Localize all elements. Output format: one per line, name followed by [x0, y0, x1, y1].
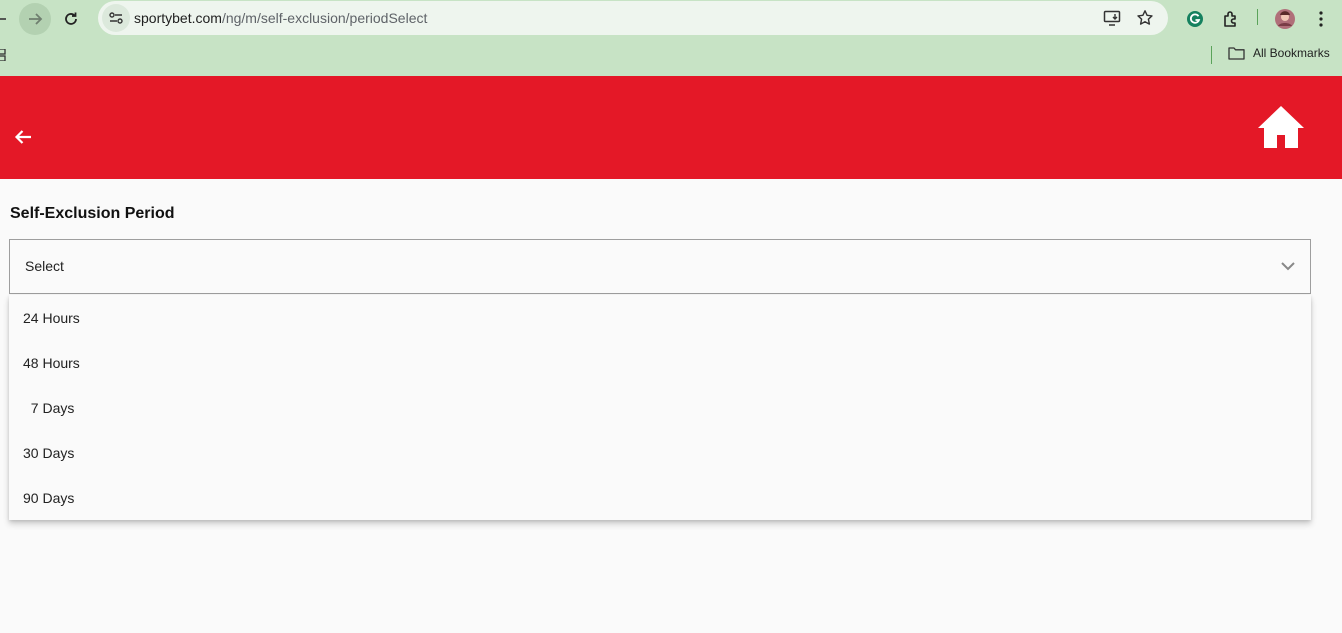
- site-info-icon[interactable]: [102, 4, 130, 32]
- forward-arrow-icon[interactable]: [19, 3, 51, 35]
- reload-icon[interactable]: [55, 3, 87, 35]
- all-bookmarks-button[interactable]: All Bookmarks: [1228, 46, 1330, 60]
- arrow-left-icon[interactable]: [10, 125, 36, 149]
- chevron-down-icon: [1280, 258, 1296, 279]
- option-label: 48 Hours: [23, 355, 80, 371]
- period-dropdown-menu: 24 Hours 48 Hours 7 Days 30 Days 90 Days: [9, 295, 1311, 520]
- back-arrow-icon[interactable]: [0, 3, 16, 35]
- url-path: /ng/m/self-exclusion/periodSelect: [221, 10, 428, 26]
- bookmarks-divider: [1211, 46, 1212, 64]
- page-title: Self-Exclusion Period: [10, 205, 175, 222]
- profile-avatar[interactable]: [1269, 3, 1301, 35]
- option-label: 90 Days: [23, 490, 75, 506]
- install-app-icon[interactable]: [1100, 6, 1124, 30]
- url-text: sportybet.com/ng/m/self-exclusion/period…: [134, 10, 427, 26]
- period-select[interactable]: Select: [9, 239, 1311, 294]
- apps-grid-icon[interactable]: [0, 48, 6, 66]
- option-label: 24 Hours: [23, 310, 80, 326]
- star-icon[interactable]: [1133, 6, 1157, 30]
- home-icon[interactable]: [1256, 104, 1306, 150]
- extensions-icon[interactable]: [1215, 3, 1247, 35]
- toolbar-divider: [1257, 9, 1258, 25]
- grammarly-icon[interactable]: [1179, 3, 1211, 35]
- option-48-hours[interactable]: 48 Hours: [9, 340, 1311, 385]
- option-90-days[interactable]: 90 Days: [9, 475, 1311, 520]
- app-header: [0, 76, 1342, 179]
- option-label: 7 Days: [23, 400, 75, 416]
- all-bookmarks-label: All Bookmarks: [1253, 46, 1330, 60]
- folder-icon: [1228, 47, 1245, 60]
- bookmarks-bar: [0, 36, 1342, 76]
- option-24-hours[interactable]: 24 Hours: [9, 295, 1311, 340]
- select-value: Select: [25, 258, 64, 274]
- kebab-menu-icon[interactable]: [1305, 3, 1337, 35]
- option-30-days[interactable]: 30 Days: [9, 430, 1311, 475]
- url-domain: sportybet.com: [134, 10, 222, 26]
- browser-toolbar: sportybet.com/ng/m/self-exclusion/period…: [0, 0, 1342, 36]
- option-label: 30 Days: [23, 445, 75, 461]
- address-bar[interactable]: sportybet.com/ng/m/self-exclusion/period…: [98, 1, 1168, 35]
- option-7-days[interactable]: 7 Days: [9, 385, 1311, 430]
